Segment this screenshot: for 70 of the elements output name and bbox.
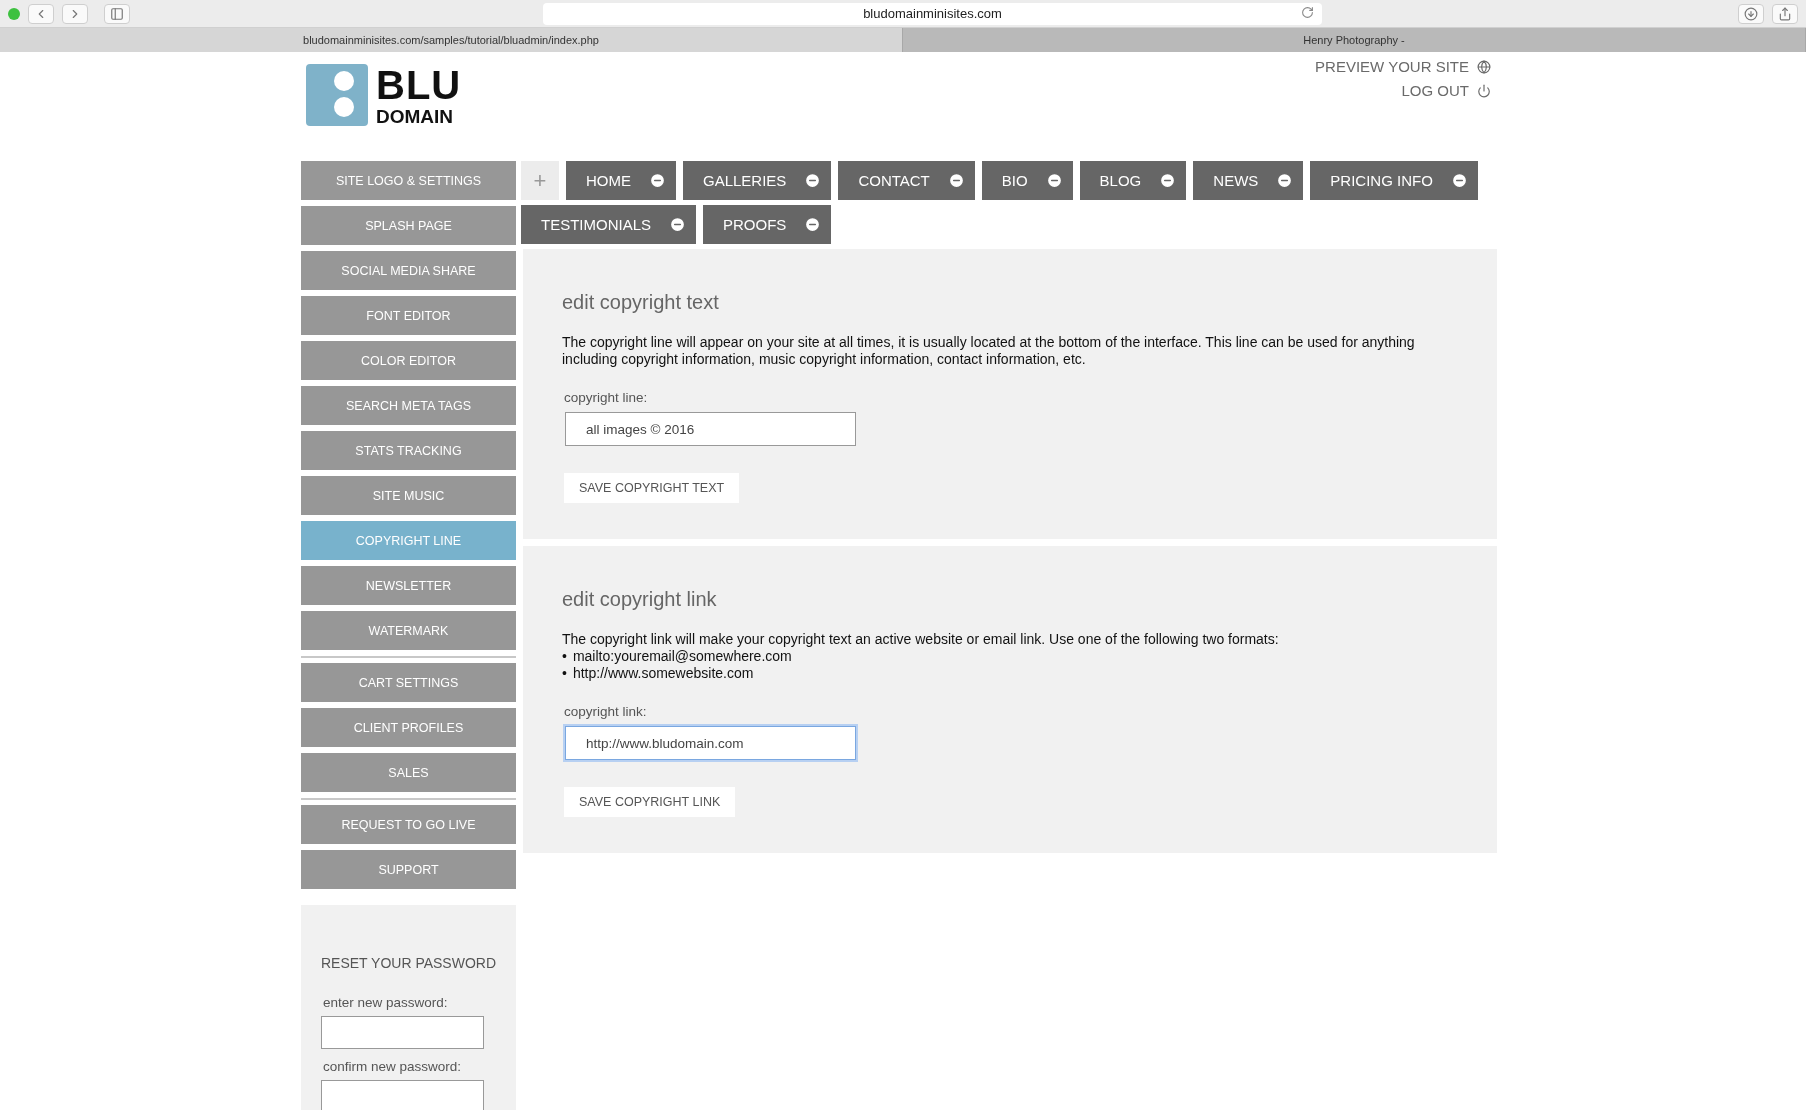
logo-text: BLU bbox=[376, 64, 462, 105]
sidebar-button[interactable]: SPLASH PAGE bbox=[301, 206, 516, 245]
save-button[interactable]: SAVE COPYRIGHT TEXT bbox=[564, 473, 740, 503]
globe-icon bbox=[1477, 59, 1491, 74]
header-link[interactable]: PREVIEW YOUR SITE bbox=[1315, 58, 1491, 75]
bullet: • bbox=[562, 665, 567, 682]
remove-icon[interactable] bbox=[669, 216, 687, 233]
page-tab[interactable]: NEWS bbox=[1193, 161, 1304, 200]
logo-icon bbox=[306, 64, 368, 126]
password-field[interactable] bbox=[321, 1080, 484, 1110]
sidebar-button[interactable]: WATERMARK bbox=[301, 611, 516, 650]
list-item: mailto:youremail@somewhere.com bbox=[572, 648, 792, 665]
sidebar-button[interactable]: SITE MUSIC bbox=[301, 476, 516, 515]
download-button[interactable] bbox=[1738, 3, 1764, 24]
header-link[interactable]: LOG OUT bbox=[1401, 82, 1491, 99]
field-label: confirm new password: bbox=[323, 1059, 463, 1074]
sidebar-button[interactable]: REQUEST TO GO LIVE bbox=[301, 805, 516, 844]
field-label: enter new password: bbox=[323, 995, 449, 1010]
description: The copyright link will make your copyright text an active website or email link. Use one of the following two formats: bbox=[562, 631, 1279, 648]
power-icon bbox=[1477, 83, 1491, 98]
text-field[interactable]: all images © 2016 bbox=[565, 412, 856, 446]
remove-icon[interactable] bbox=[649, 172, 666, 189]
page-tab[interactable]: TESTIMONIALS bbox=[521, 205, 697, 244]
remove-icon[interactable] bbox=[1045, 172, 1063, 189]
page-tab[interactable]: CONTACT bbox=[838, 161, 975, 200]
sidebar-button[interactable]: SEARCH META TAGS bbox=[301, 386, 516, 425]
remove-icon[interactable] bbox=[804, 172, 822, 189]
sidebar-button[interactable]: SALES bbox=[301, 753, 516, 792]
browser-tab[interactable]: bludomainminisites.com/samples/tutorial/bluadmin/index.php bbox=[0, 28, 903, 52]
sidebar-button[interactable]: COLOR EDITOR bbox=[301, 341, 516, 380]
remove-icon[interactable] bbox=[947, 172, 965, 189]
page-tab[interactable]: PRICING INFO bbox=[1310, 161, 1478, 200]
page-tab[interactable]: BLOG bbox=[1079, 161, 1187, 200]
sidebar-button[interactable]: SITE LOGO & SETTINGS bbox=[301, 161, 516, 200]
page-tab[interactable]: PROOFS bbox=[703, 205, 832, 244]
logo-text: DOMAIN bbox=[376, 106, 455, 126]
share-icon bbox=[1778, 6, 1792, 21]
sidebar-button[interactable]: SOCIAL MEDIA SHARE bbox=[301, 251, 516, 290]
field-label: copyright link: bbox=[564, 704, 647, 719]
list-item: http://www.somewebsite.com bbox=[572, 665, 754, 682]
address-bar[interactable]: bludomainminisites.com bbox=[543, 2, 1322, 25]
remove-icon[interactable] bbox=[804, 216, 822, 233]
sidebar-button[interactable]: CLIENT PROFILES bbox=[301, 708, 516, 747]
description: The copyright line will appear on your site at all times, it is usually located at the bottom of the interface. This line can be used for anything including copyright information, music copyright information, contact information, etc. bbox=[562, 334, 1416, 368]
sidebar-button[interactable]: STATS TRACKING bbox=[301, 431, 516, 470]
section-title: edit copyright text bbox=[562, 291, 719, 314]
password-field[interactable] bbox=[321, 1016, 484, 1049]
sidebar-button[interactable]: SUPPORT bbox=[301, 850, 516, 889]
sidebar-button[interactable] bbox=[104, 3, 130, 24]
sidebar-button[interactable]: CART SETTINGS bbox=[301, 663, 516, 702]
page-tab[interactable]: BIO bbox=[981, 161, 1073, 200]
page-tab[interactable]: GALLERIES bbox=[683, 161, 832, 200]
remove-icon[interactable] bbox=[1276, 172, 1294, 189]
sidebar-button[interactable]: FONT EDITOR bbox=[301, 296, 516, 335]
share-button[interactable] bbox=[1772, 3, 1798, 24]
remove-icon[interactable] bbox=[1450, 172, 1468, 189]
field-label: copyright line: bbox=[564, 390, 648, 405]
remove-icon[interactable] bbox=[1159, 172, 1177, 189]
text-field[interactable]: http://www.bludomain.com bbox=[565, 726, 856, 760]
section-title: edit copyright link bbox=[562, 588, 717, 611]
panel-title: RESET YOUR PASSWORD bbox=[321, 955, 498, 971]
bullet: • bbox=[562, 648, 567, 665]
save-button[interactable]: SAVE COPYRIGHT LINK bbox=[564, 787, 736, 817]
browser-tab[interactable]: Henry Photography - bbox=[903, 28, 1806, 52]
window-dot[interactable] bbox=[8, 7, 20, 20]
page-tab[interactable]: HOME bbox=[566, 161, 676, 200]
sidebar-icon bbox=[110, 6, 124, 21]
reload-icon[interactable] bbox=[1301, 5, 1314, 19]
download-icon bbox=[1744, 6, 1758, 21]
sidebar-button[interactable]: NEWSLETTER bbox=[301, 566, 516, 605]
